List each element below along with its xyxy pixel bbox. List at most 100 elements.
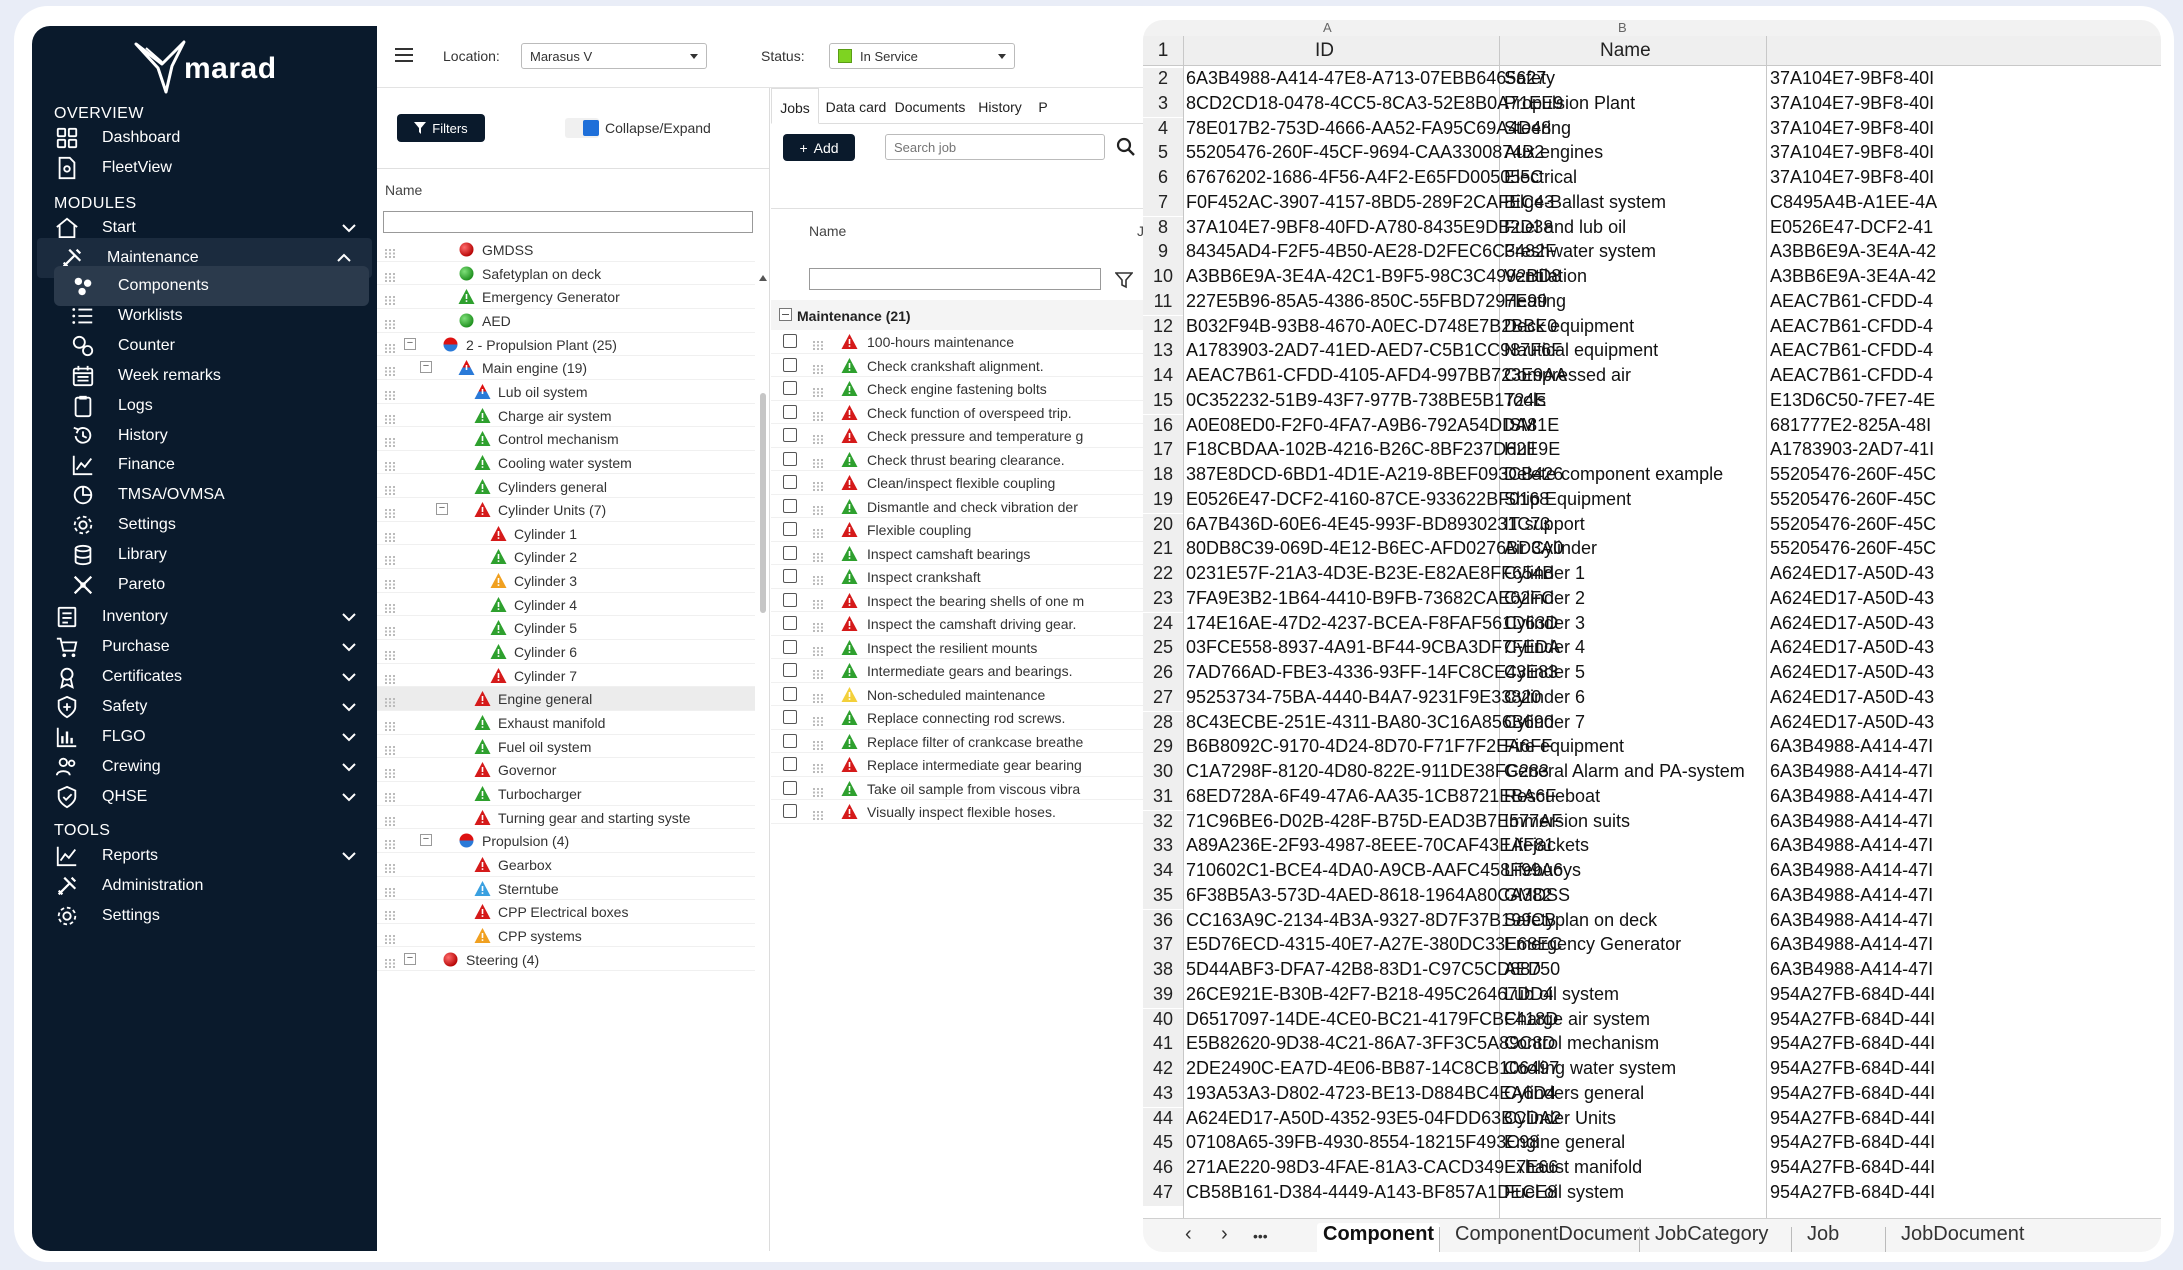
drag-handle-icon[interactable]	[385, 363, 395, 377]
name-cell[interactable]: General Alarm and PA-system	[1504, 761, 1745, 782]
row-number[interactable]: 34	[1143, 860, 1183, 885]
name-cell[interactable]: Safety	[1504, 68, 1555, 89]
jobs-column-header[interactable]: Name Jo	[771, 208, 1157, 244]
tree-row[interactable]: Lub oil system	[377, 380, 755, 404]
chevron-down-icon[interactable]	[339, 757, 359, 777]
add-job-button[interactable]: + Add	[783, 134, 855, 161]
name-cell[interactable]: Cylinder 7	[1504, 712, 1585, 733]
drag-handle-icon[interactable]	[813, 525, 823, 538]
job-checkbox[interactable]	[783, 639, 797, 654]
row-number[interactable]: 41	[1143, 1033, 1183, 1058]
drag-handle-icon[interactable]	[385, 340, 395, 353]
row-number[interactable]: 11	[1143, 290, 1183, 316]
parent-id-cell[interactable]: 6A3B4988-A414-47I	[1770, 786, 1945, 807]
drag-handle-icon[interactable]	[385, 482, 395, 495]
drag-handle-icon[interactable]	[813, 361, 823, 374]
tree-scrollbar[interactable]	[758, 273, 768, 1251]
job-row[interactable]: Check crankshaft alignment.	[771, 354, 1149, 377]
id-cell[interactable]: 6A7B436D-60E6-4E45-993F-BD8930231C73	[1186, 514, 1550, 535]
tree-row[interactable]: Gearbox	[377, 853, 755, 877]
parent-id-cell[interactable]: 954A27FB-684D-44I	[1770, 1182, 1945, 1203]
location-select[interactable]: Marasus V	[521, 43, 707, 69]
name-cell[interactable]: Emergency Generator	[1504, 934, 1681, 955]
id-cell[interactable]: 8C43ECBE-251E-4311-BA80-3C16A856B690	[1186, 712, 1554, 733]
chevron-down-icon[interactable]	[339, 727, 359, 747]
parent-id-cell[interactable]: A1783903-2AD7-41I	[1770, 439, 1945, 460]
row-number[interactable]: 15	[1143, 389, 1183, 415]
name-cell[interactable]: Immersion suits	[1504, 811, 1630, 832]
id-cell[interactable]: 227E5B96-85A5-4386-850C-55FBD7297E99	[1186, 291, 1547, 312]
parent-id-cell[interactable]: E13D6C50-7FE7-4E	[1770, 390, 1945, 411]
name-cell[interactable]: Engine general	[1504, 1132, 1625, 1153]
collapse-toggle-icon[interactable]: −	[404, 952, 416, 965]
job-row[interactable]: Non-scheduled maintenance	[771, 683, 1149, 706]
parent-id-cell[interactable]: AEAC7B61-CFDD-4	[1770, 365, 1945, 386]
drag-handle-icon[interactable]	[385, 411, 395, 424]
id-cell[interactable]: D6517097-14DE-4CE0-BC21-4179FCBF418D	[1186, 1009, 1558, 1030]
drag-handle-icon[interactable]	[813, 690, 823, 703]
parent-id-cell[interactable]: 6A3B4988-A414-47I	[1770, 959, 1945, 980]
name-column-header[interactable]: Name	[1600, 40, 1651, 62]
drag-handle-icon[interactable]	[813, 643, 823, 656]
collapse-toggle-icon[interactable]: −	[420, 834, 432, 847]
job-checkbox[interactable]	[783, 428, 797, 442]
tree-row[interactable]: Safetyplan on deck	[377, 262, 755, 286]
tree-row[interactable]: Cylinder 1	[377, 522, 755, 546]
job-row[interactable]: Inspect the resilient mounts	[771, 636, 1149, 659]
parent-id-cell[interactable]: 6A3B4988-A414-47I	[1770, 934, 1945, 955]
collapse-toggle-icon[interactable]: −	[404, 337, 416, 350]
name-cell[interactable]: Cylinder Units	[1504, 1108, 1616, 1129]
id-cell[interactable]: 78E017B2-753D-4666-AA52-FA95C69A4D48	[1186, 118, 1551, 139]
parent-id-cell[interactable]: A624ED17-A50D-43	[1770, 712, 1945, 733]
drag-handle-icon[interactable]	[385, 292, 395, 306]
job-row[interactable]: Check pressure and temperature g	[771, 424, 1149, 448]
tree-row[interactable]: Cylinder 5	[377, 616, 755, 641]
tree-row[interactable]: − 2 - Propulsion Plant (25)	[377, 333, 755, 357]
tree-row[interactable]: Cylinder 7	[377, 664, 755, 688]
name-cell[interactable]: Hull	[1504, 439, 1535, 460]
parent-id-cell[interactable]: 6A3B4988-A414-47I	[1770, 860, 1945, 881]
drag-handle-icon[interactable]	[385, 765, 395, 779]
parent-id-cell[interactable]: A3BB6E9A-3E4A-42	[1770, 266, 1945, 287]
parent-id-cell[interactable]: 6A3B4988-A414-47I	[1770, 910, 1945, 931]
drag-handle-icon[interactable]	[813, 337, 823, 350]
job-checkbox[interactable]	[783, 733, 797, 748]
name-cell[interactable]: Fuel and lub oil	[1504, 217, 1626, 238]
job-checkbox[interactable]	[783, 522, 797, 536]
id-cell[interactable]: 84345AD4-F2F5-4B50-AE28-D2FEC6C3482F	[1186, 241, 1556, 262]
drag-handle-icon[interactable]	[813, 713, 823, 726]
tree-row[interactable]: Cylinder 3	[377, 569, 755, 593]
parent-id-cell[interactable]: 954A27FB-684D-44I	[1770, 1058, 1945, 1079]
name-cell[interactable]: Lifebuoys	[1504, 860, 1581, 881]
drag-handle-icon[interactable]	[385, 860, 395, 873]
parent-id-cell[interactable]: 954A27FB-684D-44I	[1770, 1132, 1945, 1153]
search-icon[interactable]	[1115, 136, 1137, 158]
tree-row[interactable]: Cooling water system	[377, 451, 755, 475]
parent-id-cell[interactable]: A624ED17-A50D-43	[1770, 662, 1945, 683]
job-checkbox[interactable]	[783, 545, 797, 560]
id-cell[interactable]: B032F94B-93B8-4670-A0EC-D748E7B2BBE0	[1186, 316, 1557, 337]
row-number[interactable]: 5	[1143, 142, 1183, 167]
drag-handle-icon[interactable]	[813, 737, 823, 750]
id-cell[interactable]: 67676202-1686-4F56-A4F2-E65FD005055C	[1186, 167, 1543, 188]
drag-handle-icon[interactable]	[813, 384, 823, 397]
id-cell[interactable]: 6A3B4988-A414-47E8-A713-07EBB6465627	[1186, 68, 1546, 89]
row-number[interactable]: 9	[1143, 241, 1183, 266]
drag-handle-icon[interactable]	[385, 647, 395, 661]
row-number[interactable]: 14	[1143, 365, 1183, 390]
collapse-toggle-icon[interactable]: −	[420, 361, 432, 374]
tree-row[interactable]: Sterntube	[377, 877, 755, 901]
row-number[interactable]: 21	[1143, 538, 1183, 563]
tree-row[interactable]: Fuel oil system	[377, 735, 755, 759]
tree-row[interactable]: − Main engine (19)	[377, 356, 755, 380]
drag-handle-icon[interactable]	[385, 671, 395, 684]
id-cell[interactable]: E5B82620-9D38-4C21-86A7-3FF3C5A89C8D	[1186, 1033, 1555, 1054]
collapse-toggle-icon[interactable]: −	[436, 503, 448, 516]
drag-handle-icon[interactable]	[385, 742, 395, 755]
name-cell[interactable]: Bilge-Ballast system	[1504, 192, 1666, 213]
tree-row[interactable]: Engine general	[377, 687, 755, 711]
row-number[interactable]: 32	[1143, 810, 1183, 836]
id-cell[interactable]: 7FA9E3B2-1B64-4410-B9FB-73682CAE62FC	[1186, 588, 1554, 609]
column-letter-a[interactable]: A	[1323, 20, 1332, 35]
drag-handle-icon[interactable]	[385, 931, 395, 944]
